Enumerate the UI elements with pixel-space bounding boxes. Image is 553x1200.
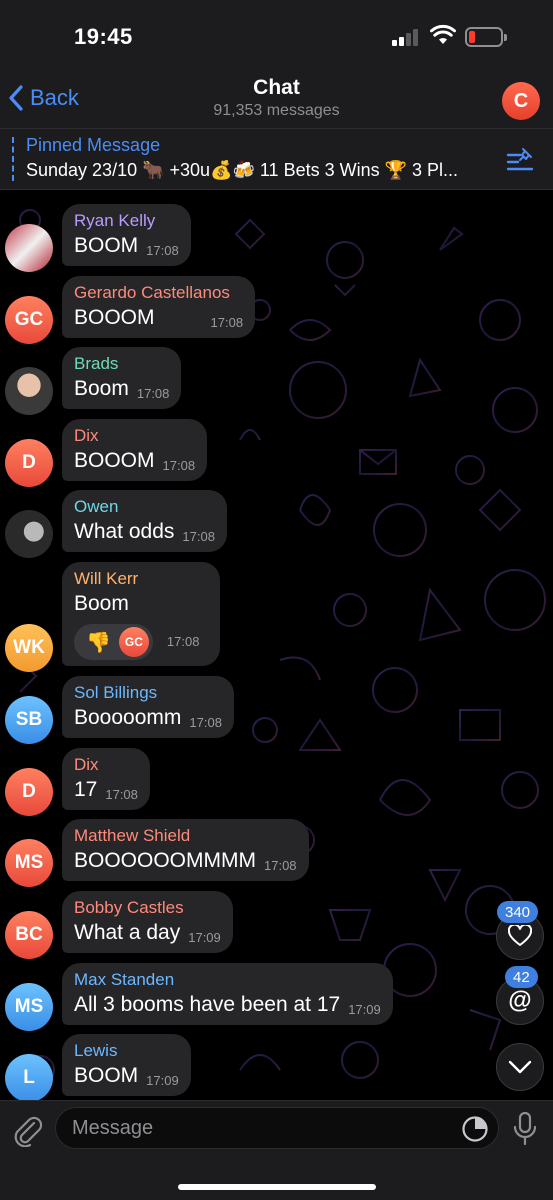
- message-time: 17:08: [210, 315, 244, 330]
- message-time: 17:09: [188, 930, 221, 945]
- message-text: Boom: [74, 592, 129, 615]
- message-bubble[interactable]: Bobby Castles What a day 17:09: [62, 891, 233, 953]
- avatar[interactable]: D: [5, 768, 53, 816]
- message-time: 17:08: [264, 858, 297, 873]
- paperclip-icon[interactable]: [12, 1111, 42, 1147]
- sender-name[interactable]: Matthew Shield: [74, 825, 297, 847]
- wifi-icon: [430, 24, 456, 44]
- message-text: BOOM: [74, 234, 139, 257]
- avatar[interactable]: [5, 510, 53, 558]
- message-bubble[interactable]: Max Standen All 3 booms have been at 17 1…: [62, 963, 393, 1025]
- message-bubble[interactable]: Will Kerr Boom 👎 GC 17:08: [62, 562, 220, 666]
- message-bubble[interactable]: Matthew Shield BOOOOOOMMMM 17:08: [62, 819, 309, 881]
- sticker-icon[interactable]: [461, 1115, 489, 1143]
- chat-avatar[interactable]: C: [502, 82, 540, 120]
- sender-name[interactable]: Ryan Kelly: [74, 210, 179, 232]
- home-indicator: [178, 1184, 376, 1190]
- pinned-title: Pinned Message: [26, 135, 161, 155]
- battery-icon: [465, 27, 507, 47]
- message-bubble[interactable]: Owen What odds 17:08: [62, 490, 227, 552]
- sender-name[interactable]: Lewis: [74, 1040, 179, 1062]
- message-text: What odds: [74, 520, 175, 543]
- avatar[interactable]: SB: [5, 696, 53, 744]
- at-sign-icon: @: [508, 987, 532, 1014]
- status-time: 19:45: [74, 24, 133, 49]
- message-time: 17:09: [146, 1073, 179, 1088]
- message-text: 17: [74, 778, 98, 801]
- avatar[interactable]: GC: [5, 296, 53, 344]
- avatar[interactable]: D: [5, 439, 53, 487]
- sender-name[interactable]: Will Kerr: [74, 568, 208, 590]
- pinned-message-bar[interactable]: Pinned Message Sunday 23/10 🐂 +30u💰🍻 11 …: [0, 128, 553, 190]
- sender-name[interactable]: Max Standen: [74, 969, 381, 991]
- reaction-user-avatar: GC: [118, 627, 149, 657]
- message-text: BOOOOOOMMMM: [74, 849, 256, 872]
- message-text: BOOOM: [74, 449, 155, 472]
- message-bubble[interactable]: Gerardo Castellanos BOOOM 17:08: [62, 276, 256, 338]
- pinned-indicator: [12, 137, 14, 181]
- message-time: 17:08: [182, 529, 215, 544]
- reactions-count-badge: 340: [497, 901, 539, 923]
- mentions-count-badge: 42: [505, 966, 538, 988]
- status-bar: 19:45: [0, 0, 553, 72]
- avatar[interactable]: L: [5, 1054, 53, 1100]
- avatar[interactable]: [5, 224, 53, 272]
- message-time: 17:08: [105, 787, 138, 802]
- avatar[interactable]: MS: [5, 839, 53, 887]
- message-time: 17:08: [146, 243, 179, 258]
- sender-name[interactable]: Dix: [74, 754, 138, 776]
- heart-icon: [508, 925, 532, 946]
- message-time: 17:08: [189, 715, 222, 730]
- avatar[interactable]: WK: [5, 624, 53, 672]
- chat-title[interactable]: Chat: [0, 76, 553, 100]
- message-time: 17:09: [348, 1002, 381, 1017]
- chat-header: Back Chat 91,353 messages C: [0, 72, 553, 128]
- message-composer: [0, 1100, 553, 1200]
- message-input[interactable]: [55, 1107, 499, 1149]
- cellular-signal-icon: [392, 28, 422, 46]
- sender-name[interactable]: Gerardo Castellanos: [74, 282, 243, 304]
- message-count: 91,353 messages: [213, 102, 340, 119]
- message-list[interactable]: Ryan Kelly BOOM 17:08 GC Gerardo Castella…: [0, 190, 553, 1100]
- microphone-icon[interactable]: [512, 1111, 538, 1147]
- scroll-down-button[interactable]: [496, 1043, 544, 1091]
- reaction-button[interactable]: 👎 GC: [74, 624, 153, 660]
- sender-name[interactable]: Brads: [74, 353, 169, 375]
- pinned-list-icon[interactable]: [506, 145, 536, 175]
- avatar[interactable]: BC: [5, 911, 53, 959]
- message-bubble[interactable]: Sol Billings Booooomm 17:08: [62, 676, 234, 738]
- sender-name[interactable]: Owen: [74, 496, 215, 518]
- message-time: 17:08: [136, 386, 170, 401]
- message-bubble[interactable]: Brads Boom 17:08: [62, 347, 182, 409]
- message-bubble[interactable]: Lewis BOOM 17:09: [62, 1034, 191, 1096]
- message-time: 17:08: [166, 633, 200, 649]
- message-bubble[interactable]: Ryan Kelly BOOM 17:08: [62, 204, 191, 266]
- message-text: Boom: [74, 377, 129, 400]
- message-text: BOOOM: [74, 306, 155, 329]
- pinned-text: Sunday 23/10 🐂 +30u💰🍻 11 Bets 3 Wins 🏆 3…: [26, 160, 459, 180]
- avatar[interactable]: [5, 367, 53, 415]
- message-text: All 3 booms have been at 17: [74, 993, 341, 1016]
- message-text: Booooomm: [74, 706, 182, 729]
- sender-name[interactable]: Dix: [74, 425, 195, 447]
- chevron-down-icon: [508, 1060, 532, 1074]
- sender-name[interactable]: Bobby Castles: [74, 897, 221, 919]
- thumbs-down-icon: 👎: [86, 631, 111, 654]
- message-text: BOOM: [74, 1064, 139, 1087]
- message-bubble[interactable]: Dix 17 17:08: [62, 748, 150, 810]
- message-time: 17:08: [162, 458, 196, 473]
- sender-name[interactable]: Sol Billings: [74, 682, 222, 704]
- message-text: What a day: [74, 921, 181, 944]
- avatar[interactable]: MS: [5, 983, 53, 1031]
- message-bubble[interactable]: Dix BOOOM 17:08: [62, 419, 208, 481]
